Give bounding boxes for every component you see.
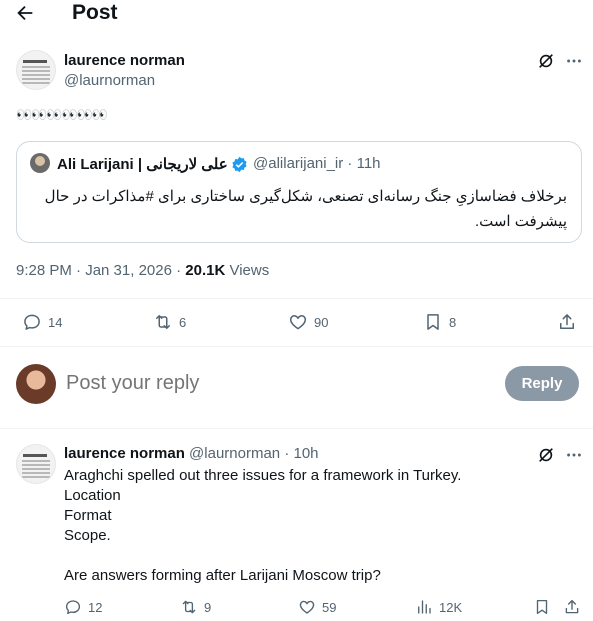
- grok-icon[interactable]: [537, 52, 555, 70]
- reply-line: Scope.: [64, 527, 111, 544]
- reply-post-text: Araghchi spelled out three issues for a …: [64, 466, 461, 586]
- bookmark-icon: [423, 312, 443, 332]
- like-count: 59: [322, 599, 337, 615]
- current-user-avatar[interactable]: [16, 364, 56, 404]
- views-count: 20.1K: [185, 262, 226, 279]
- reply-button[interactable]: Reply: [505, 366, 579, 401]
- divider: [0, 298, 593, 299]
- page-title: Post: [72, 1, 118, 24]
- repost-count: 6: [179, 314, 187, 330]
- repost-action[interactable]: 9: [180, 598, 211, 616]
- reply-count: 14: [48, 314, 63, 330]
- reply-input[interactable]: [66, 372, 466, 395]
- views-label: Views: [225, 262, 270, 279]
- analytics-icon: [415, 598, 433, 616]
- repost-count: 9: [204, 599, 212, 615]
- divider: [0, 346, 593, 347]
- verified-badge-icon: [231, 156, 248, 173]
- share-icon: [557, 312, 577, 332]
- reply-author-name[interactable]: laurence norman: [64, 445, 185, 462]
- grok-icon[interactable]: [537, 446, 555, 464]
- reply-line: Are answers forming after Larijani Mosco…: [64, 567, 381, 584]
- reply-action[interactable]: 14: [22, 312, 62, 332]
- quoted-author-avatar: [30, 153, 50, 173]
- divider: [0, 428, 593, 429]
- author-avatar[interactable]: [16, 50, 56, 90]
- bookmark-icon: [533, 598, 551, 616]
- share-action[interactable]: [563, 598, 581, 616]
- quoted-author-handle: @alilarijani_ir · 11h: [253, 155, 381, 172]
- heart-icon: [298, 598, 316, 616]
- quoted-post-text: برخلاف فضاسازیِ جنگ رسانه‌ای تصنعی، شکل‌…: [44, 188, 567, 230]
- reply-icon: [22, 312, 42, 332]
- share-action[interactable]: [557, 312, 577, 332]
- reply-line: Location: [64, 487, 121, 504]
- more-options-icon[interactable]: [565, 52, 583, 70]
- more-options-icon[interactable]: [565, 446, 583, 464]
- bookmark-count: 8: [449, 314, 457, 330]
- quoted-post-card[interactable]: Ali Larijani | علی لاریجانی @alilarijani…: [16, 141, 582, 243]
- reply-author-avatar[interactable]: [16, 444, 56, 484]
- heart-icon: [288, 312, 308, 332]
- post-text: 👀👀👀👀👀👀: [16, 107, 108, 122]
- bookmark-action[interactable]: 8: [423, 312, 456, 332]
- reply-action[interactable]: 12: [64, 598, 102, 616]
- like-action[interactable]: 90: [288, 312, 328, 332]
- repost-icon: [180, 598, 198, 616]
- reply-line: Format: [64, 507, 112, 524]
- reply-author-handle[interactable]: @laurnorman · 10h: [189, 445, 318, 462]
- share-icon: [563, 598, 581, 616]
- author-name[interactable]: laurence norman: [64, 52, 185, 69]
- repost-action[interactable]: 6: [153, 312, 186, 332]
- reply-count: 12: [88, 599, 103, 615]
- reply-author-line: laurence norman @laurnorman · 10h: [64, 445, 319, 462]
- bookmark-action[interactable]: [533, 598, 551, 616]
- reply-line: [64, 546, 461, 566]
- reply-line: Araghchi spelled out three issues for a …: [64, 467, 462, 484]
- reply-icon: [64, 598, 82, 616]
- quoted-author-name: Ali Larijani | علی لاریجانی: [57, 156, 228, 173]
- author-handle[interactable]: @laurnorman: [64, 72, 155, 89]
- like-action[interactable]: 59: [298, 598, 336, 616]
- post-timestamp[interactable]: 9:28 PM · Jan 31, 2026 ·: [16, 262, 185, 279]
- views-count: 12K: [439, 599, 463, 615]
- post-metadata: 9:28 PM · Jan 31, 2026 · 20.1K Views: [16, 262, 269, 279]
- views-action[interactable]: 12K: [415, 598, 462, 616]
- repost-icon: [153, 312, 173, 332]
- like-count: 90: [314, 314, 329, 330]
- back-arrow-icon[interactable]: [14, 2, 36, 24]
